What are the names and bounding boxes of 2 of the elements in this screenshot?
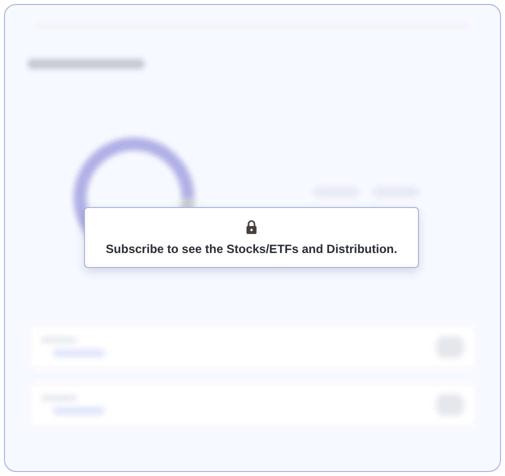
subscribe-message: Subscribe to see the Stocks/ETFs and Distribution. xyxy=(106,242,398,256)
lock-icon xyxy=(246,220,257,234)
